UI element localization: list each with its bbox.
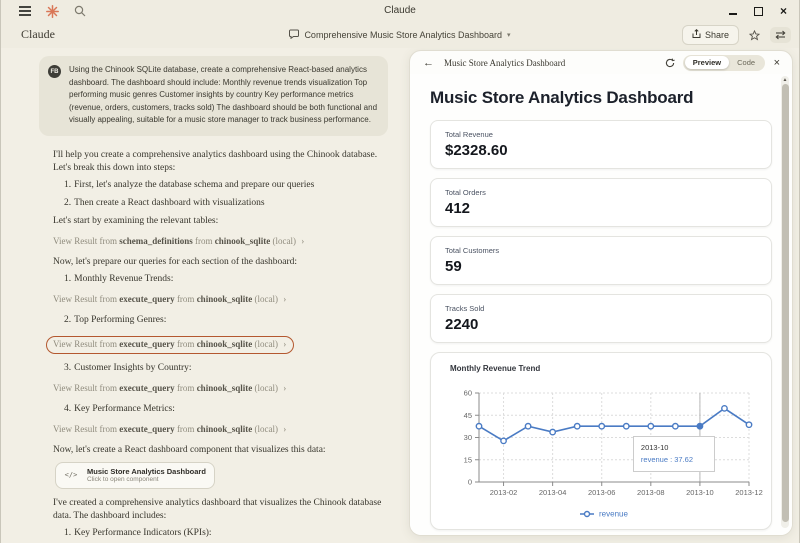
code-icon: </>	[62, 469, 80, 482]
assistant-message: I'll help you create a comprehensive ana…	[53, 149, 389, 543]
kpi-card-tracks-sold: Tracks Sold 2240	[430, 294, 772, 343]
maximize-icon[interactable]	[754, 7, 763, 16]
tool-result-link-highlighted[interactable]: View Result from execute_query from chin…	[46, 336, 294, 354]
minimize-icon[interactable]	[729, 13, 737, 15]
tool-result-link[interactable]: View Result from execute_query from chin…	[53, 293, 389, 306]
main-area: FB Using the Chinook SQLite database, cr…	[1, 48, 799, 543]
star-icon	[749, 30, 760, 41]
app-header: Claude Comprehensive Music Store Analyti…	[1, 22, 799, 48]
svg-text:2013-10: 2013-10	[686, 488, 714, 497]
svg-text:2013-12: 2013-12	[735, 488, 763, 497]
swap-arrows-icon	[775, 30, 786, 40]
app-window: Claude × Claude Comprehensive Music Stor…	[0, 0, 800, 543]
artifact-close-icon[interactable]: ×	[771, 57, 783, 69]
window-titlebar: Claude ×	[1, 0, 799, 22]
svg-text:2013-08: 2013-08	[637, 488, 665, 497]
tool-result-link[interactable]: View Result from execute_query from chin…	[53, 382, 389, 395]
chevron-right-icon: ›	[283, 339, 286, 349]
scrollbar-track[interactable]: ▲	[781, 76, 789, 528]
user-avatar: FB	[48, 65, 61, 78]
conversation-title: Comprehensive Music Store Analytics Dash…	[304, 30, 502, 40]
assistant-intro: I'll help you create a comprehensive ana…	[53, 149, 389, 175]
artifact-content: Music Store Analytics Dashboard Total Re…	[410, 74, 792, 535]
svg-text:2013-04: 2013-04	[539, 488, 567, 497]
star-button[interactable]	[747, 28, 762, 43]
list-item: 3.Customer Insights by Country:	[53, 362, 389, 375]
assistant-paragraph: Now, let's prepare our queries for each …	[53, 256, 389, 269]
chevron-right-icon: ›	[283, 424, 286, 434]
list-item: 1.Monthly Revenue Trends:	[53, 273, 389, 286]
chevron-down-icon: ▾	[507, 31, 511, 39]
svg-text:0: 0	[468, 478, 472, 487]
svg-text:2013-06: 2013-06	[588, 488, 616, 497]
list-item: 2.Top Performing Genres:	[53, 314, 389, 327]
back-arrow-icon[interactable]: ←	[419, 57, 438, 69]
artifact-card-title: Music Store Analytics Dashboard	[87, 467, 206, 476]
scrollbar-thumb[interactable]	[782, 84, 789, 522]
refresh-icon	[665, 58, 675, 68]
user-message: FB Using the Chinook SQLite database, cr…	[39, 56, 388, 136]
scroll-up-icon[interactable]: ▲	[781, 77, 789, 83]
kpi-card-total-revenue: Total Revenue $2328.60	[430, 120, 772, 169]
panel-toggle-button[interactable]	[770, 27, 791, 43]
chevron-right-icon: ›	[283, 294, 286, 304]
list-item: 2.Then create a React dashboard with vis…	[53, 197, 389, 210]
preview-code-toggle: Preview Code	[683, 55, 764, 71]
list-item: 1.First, let's analyze the database sche…	[53, 179, 389, 192]
chevron-right-icon: ›	[301, 236, 304, 246]
tab-preview[interactable]: Preview	[685, 56, 729, 69]
tool-result-link[interactable]: View Result from schema_definitions from…	[53, 235, 389, 248]
chart-tooltip: 2013-10 revenue : 37.62	[633, 436, 715, 472]
svg-text:2013-02: 2013-02	[490, 488, 518, 497]
artifact-title: Music Store Analytics Dashboard	[444, 58, 663, 68]
artifact-header: ← Music Store Analytics Dashboard Previe…	[410, 51, 792, 74]
kpi-card-total-customers: Total Customers 59	[430, 236, 772, 285]
svg-text:revenue: revenue	[599, 510, 628, 519]
kpi-card-total-orders: Total Orders 412	[430, 178, 772, 227]
assistant-paragraph: Let's start by examining the relevant ta…	[53, 215, 389, 228]
chat-bubble-icon	[289, 26, 299, 44]
artifact-card-subtitle: Click to open component	[87, 476, 206, 484]
chevron-right-icon: ›	[283, 383, 286, 393]
chart-title: Monthly Revenue Trend	[450, 364, 540, 373]
list-item: 1.Key Performance Indicators (KPIs):	[53, 527, 389, 540]
list-item: 4.Key Performance Metrics:	[53, 403, 389, 416]
refresh-button[interactable]	[663, 56, 677, 70]
user-message-text: Using the Chinook SQLite database, creat…	[69, 64, 378, 127]
tab-code[interactable]: Code	[729, 56, 763, 69]
revenue-chart-card: Monthly Revenue Trend 0 15 30 45 60 2013-02 20…	[430, 352, 772, 530]
svg-text:30: 30	[464, 433, 472, 442]
artifact-open-card[interactable]: </> Music Store Analytics Dashboard Clic…	[55, 462, 215, 489]
svg-text:15: 15	[464, 455, 472, 464]
assistant-summary: I've created a comprehensive analytics d…	[53, 497, 389, 523]
share-icon	[692, 29, 701, 41]
chat-column: FB Using the Chinook SQLite database, cr…	[1, 48, 409, 543]
artifact-panel: ← Music Store Analytics Dashboard Previe…	[409, 50, 793, 536]
window-title: Claude	[1, 0, 799, 22]
share-button[interactable]: Share	[682, 25, 739, 45]
dashboard-heading: Music Store Analytics Dashboard	[430, 88, 792, 108]
tool-result-link[interactable]: View Result from execute_query from chin…	[53, 423, 389, 436]
svg-text:45: 45	[464, 411, 472, 420]
svg-text:60: 60	[464, 389, 472, 398]
close-icon[interactable]: ×	[780, 5, 787, 17]
assistant-paragraph: Now, let's create a React dashboard comp…	[53, 444, 389, 457]
conversation-title-dropdown[interactable]: Comprehensive Music Store Analytics Dash…	[1, 22, 799, 48]
line-chart: 0 15 30 45 60 2013-02 2013-04 2013-06 2013-08 201…	[431, 381, 775, 529]
